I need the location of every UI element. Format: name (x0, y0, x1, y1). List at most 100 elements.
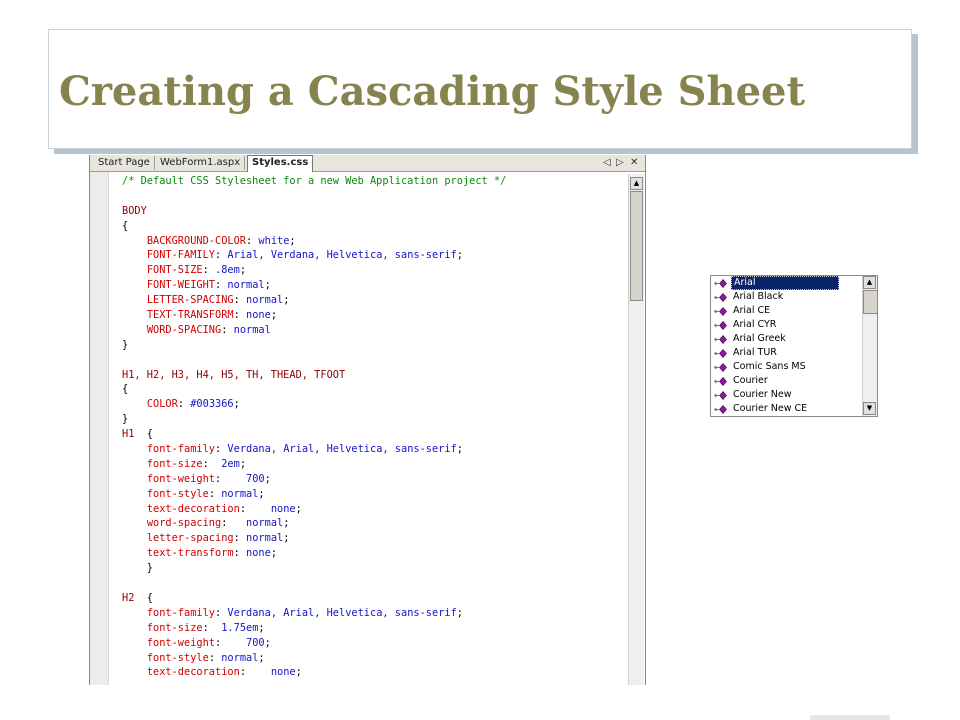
code-token: Verdana, Arial, Helvetica, sans-serif (227, 443, 457, 456)
font-list-scroll-thumb[interactable] (863, 290, 877, 314)
code-token: : (246, 234, 259, 247)
code-line: text-decoration: none; (122, 665, 622, 680)
code-token: .8em (215, 264, 240, 277)
font-family-dropdown-list[interactable]: Arial Arial Black Arial CE Arial CYR Arial G… (710, 275, 878, 417)
font-list-item[interactable]: Comic Sans MS (711, 360, 861, 374)
code-token: 1.75em (221, 621, 259, 634)
font-list-item-label: Courier (733, 375, 768, 386)
code-token: normal (221, 651, 259, 664)
code-token: text-transform (146, 547, 234, 560)
code-line: font-family: Verdana, Arial, Helvetica, … (122, 606, 622, 621)
code-token: : (177, 398, 191, 411)
code-token: normal (233, 323, 271, 336)
code-area[interactable]: /* Default CSS Stylesheet for a new Web … (122, 174, 622, 680)
code-token: normal (246, 294, 284, 307)
tab-start-page[interactable]: Start Page (94, 156, 155, 170)
code-token: ; (283, 294, 290, 307)
code-token: ; (283, 532, 290, 545)
code-token: BACKGROUND-COLOR (146, 234, 247, 247)
close-icon[interactable]: ✕ (630, 156, 638, 170)
code-token: ; (264, 636, 271, 649)
code-line: { (122, 382, 622, 397)
code-token: : (215, 606, 228, 619)
font-list-scrollbar[interactable]: ▲ ▼ (862, 276, 877, 416)
font-list-item[interactable]: Courier New CE (711, 402, 861, 416)
scroll-up-button[interactable]: ▲ (630, 177, 643, 190)
code-line: font-weight: 700; (122, 472, 622, 487)
code-token: : (215, 636, 247, 649)
font-item-icon (714, 377, 727, 386)
code-token: ; (239, 457, 247, 470)
code-token: font-style (146, 651, 209, 664)
font-list-item[interactable]: Arial CYR (711, 318, 861, 332)
code-token: normal (246, 532, 284, 545)
editor-vertical-scrollbar[interactable]: ▲ (628, 174, 644, 685)
code-token: font-size (146, 621, 203, 634)
font-list-item-label: Arial CE (733, 305, 771, 316)
font-list-item[interactable]: Arial TUR (711, 346, 861, 360)
code-token: /* Default CSS Stylesheet for a new Web … (122, 175, 507, 187)
code-token: normal (227, 279, 265, 292)
tab-styles-css[interactable]: Styles.css (247, 155, 314, 172)
code-token: H1 (122, 428, 135, 441)
code-token: ; (295, 502, 302, 515)
font-list-item-label: Arial (731, 276, 839, 290)
code-line: COLOR: #003366; (122, 397, 622, 412)
font-list-item-label: Courier New CE (733, 403, 808, 414)
code-token: font-weight (146, 636, 216, 649)
code-token: 2em (221, 457, 240, 470)
font-item-icon (714, 405, 727, 414)
font-list-item-label: Arial CYR (733, 319, 777, 330)
code-token: } (122, 338, 129, 351)
code-token: ; (456, 443, 463, 456)
font-list-item-label: Comic Sans MS (733, 361, 806, 372)
font-item-icon (714, 307, 727, 316)
code-token: ; (264, 279, 271, 292)
code-token: : (215, 279, 228, 292)
scroll-thumb[interactable] (630, 191, 643, 301)
code-token: } (122, 413, 129, 426)
code-token: FONT-WEIGHT (146, 279, 216, 292)
font-list-scroll-down-button[interactable]: ▼ (863, 402, 876, 415)
tab-scroll-right-icon[interactable]: ▷ (616, 156, 624, 170)
code-token: none (246, 547, 271, 560)
code-token: COLOR (146, 398, 178, 411)
font-list-item-label: Arial Greek (733, 333, 786, 344)
font-list-item[interactable]: Arial CE (711, 304, 861, 318)
code-token: font-style (146, 487, 209, 500)
code-token: normal (221, 487, 259, 500)
code-token: ; (283, 517, 290, 530)
font-list-scroll-up-button[interactable]: ▲ (863, 276, 876, 289)
font-list-item[interactable]: Arial Greek (711, 332, 861, 346)
code-line: font-size: 2em; (122, 457, 622, 472)
font-list-item[interactable]: Arial (711, 276, 861, 290)
code-token: ; (239, 264, 247, 277)
code-token: ; (233, 398, 240, 411)
code-line: letter-spacing: normal; (122, 531, 622, 546)
font-list-item[interactable]: Courier New (711, 388, 861, 402)
code-token: : (202, 621, 222, 634)
title-box: Creating a Cascading Style Sheet (48, 29, 912, 149)
font-list-item[interactable]: Courier (711, 374, 861, 388)
tab-scroll-left-icon[interactable]: ◁ (603, 156, 611, 170)
code-token: ; (258, 651, 265, 664)
code-line: text-transform: none; (122, 546, 622, 561)
code-token: font-weight (146, 472, 216, 485)
code-token: none (270, 666, 296, 679)
code-token: font-size (146, 457, 203, 470)
code-token: : (215, 443, 228, 456)
tab-webform1-aspx[interactable]: WebForm1.aspx (156, 156, 246, 170)
code-token: word-spacing (146, 517, 222, 530)
font-item-icon (714, 349, 727, 358)
font-list-item[interactable]: Arial Black (711, 290, 861, 304)
font-item-icon (714, 391, 727, 400)
